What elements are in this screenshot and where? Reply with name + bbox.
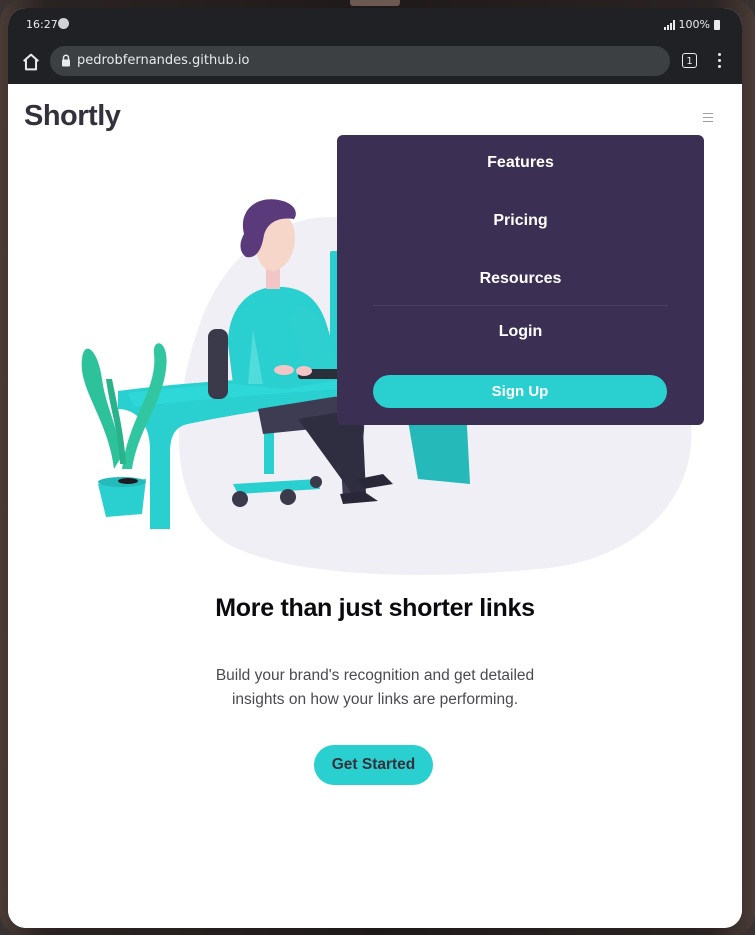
status-time: 16:27 xyxy=(26,18,58,31)
battery-percent: 100% xyxy=(678,18,710,31)
mobile-nav-menu: Features Pricing Resources Login Sign Up xyxy=(337,135,704,425)
nav-item-resources[interactable]: Resources xyxy=(337,270,704,288)
nav-divider xyxy=(373,305,668,306)
browser-toolbar: pedrobfernandes.github.io 1 xyxy=(8,40,742,84)
signal-icon xyxy=(663,19,675,30)
nav-item-login[interactable]: Login xyxy=(337,323,704,341)
status-right: 100% xyxy=(663,18,720,31)
battery-icon xyxy=(714,19,720,30)
get-started-button[interactable]: Get Started xyxy=(314,745,433,785)
spotify-icon xyxy=(58,18,69,29)
menu-dots-icon[interactable] xyxy=(716,53,722,71)
nav-item-features[interactable]: Features xyxy=(337,154,704,172)
hero-subtext: Build your brand's recognition and get d… xyxy=(215,667,535,708)
site-logo[interactable]: Shortly xyxy=(24,100,121,133)
hero-headline: More than just shorter links xyxy=(215,594,535,622)
lock-icon xyxy=(62,54,70,67)
device-frame: 16:27 100% pedrobfernandes.github.io 1 S… xyxy=(0,0,755,935)
tabs-icon[interactable]: 1 xyxy=(682,53,697,68)
address-bar[interactable]: pedrobfernandes.github.io xyxy=(50,46,670,76)
web-page: Shortly Features Pricing Resources Login… xyxy=(8,84,742,928)
device-screen: 16:27 100% pedrobfernandes.github.io 1 S… xyxy=(8,8,742,928)
hamburger-icon[interactable] xyxy=(703,113,713,122)
url-text: pedrobfernandes.github.io xyxy=(77,53,250,68)
home-icon[interactable] xyxy=(20,51,42,73)
device-hinge xyxy=(350,0,400,6)
status-bar: 16:27 100% xyxy=(8,8,742,40)
signup-button[interactable]: Sign Up xyxy=(373,375,667,408)
nav-item-pricing[interactable]: Pricing xyxy=(337,212,704,230)
